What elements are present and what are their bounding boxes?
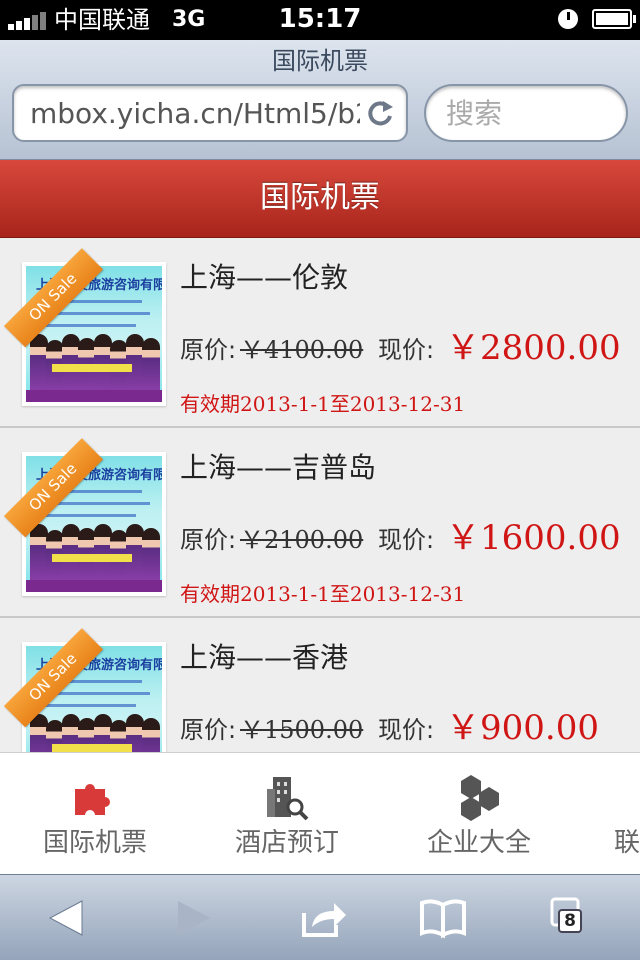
tab-label: 国际机票: [42, 828, 147, 858]
status-time: 15:17: [278, 4, 362, 34]
price-row: 原价: ￥2100.00 现价: ￥1600.00: [180, 512, 630, 558]
listing-thumbnail[interactable]: 上海知友旅游咨询有限公司: [22, 262, 166, 406]
original-price: ￥4100.00: [240, 336, 364, 364]
status-bar: 中国联通 3G 15:17: [0, 0, 640, 40]
search-input[interactable]: 搜索: [424, 84, 628, 142]
list-item[interactable]: 上海知友旅游咨询有限公司 ON Sale 上海——香港 原价: ￥1500.00…: [0, 618, 640, 752]
route-title[interactable]: 上海——吉普岛: [180, 450, 376, 486]
url-text[interactable]: mbox.yicha.cn/Html5/b2: [30, 96, 360, 132]
original-price-label: 原价:: [180, 336, 237, 364]
back-arrow-icon[interactable]: [42, 893, 92, 943]
current-price-label: 现价:: [378, 716, 435, 744]
tab-international-flights[interactable]: 国际机票: [0, 753, 190, 874]
search-placeholder: 搜索: [446, 97, 503, 130]
orientation-lock-icon: [558, 9, 578, 29]
list-item[interactable]: 上海知友旅游咨询有限公司 ON Sale 上海——伦敦 原价: ￥4100.00…: [0, 238, 640, 428]
bottom-tab-nav: 国际机票 酒店预订 企业大全 联: [0, 752, 640, 874]
original-price-label: 原价:: [180, 716, 237, 744]
current-price: ￥1600.00: [446, 518, 621, 558]
reload-icon[interactable]: [364, 98, 396, 130]
original-price-label: 原价:: [180, 526, 237, 554]
route-title[interactable]: 上海——伦敦: [180, 260, 348, 296]
puzzle-icon: [75, 784, 110, 815]
tab-count-badge: 8: [558, 909, 582, 933]
browser-toolbar: 8: [0, 874, 640, 960]
header-title: 国际机票: [260, 180, 380, 215]
current-price-label: 现价:: [378, 336, 435, 364]
list-item[interactable]: 上海知友旅游咨询有限公司 ON Sale 上海——吉普岛 原价: ￥2100.0…: [0, 428, 640, 618]
thumbnail-photo: [26, 522, 162, 582]
battery-icon: [592, 9, 636, 29]
listing-thumbnail[interactable]: 上海知友旅游咨询有限公司: [22, 452, 166, 596]
forward-arrow-icon[interactable]: [168, 893, 218, 943]
thumbnail-photo: [26, 332, 162, 392]
current-price: ￥2800.00: [446, 328, 621, 368]
bookmarks-icon[interactable]: [418, 893, 468, 943]
browser-address-bar: 国际机票 mbox.yicha.cn/Html5/b2 搜索: [0, 40, 640, 160]
price-row: 原价: ￥4100.00 现价: ￥2800.00: [180, 322, 630, 368]
ticket-list: 上海知友旅游咨询有限公司 ON Sale 上海——伦敦 原价: ￥4100.00…: [0, 238, 640, 752]
hexagons-icon: [461, 775, 499, 821]
site-header: 国际机票: [0, 160, 640, 238]
tab-partial-next[interactable]: 联: [576, 753, 640, 874]
tab-enterprise-directory[interactable]: 企业大全: [384, 753, 574, 874]
building-search-icon: [267, 777, 309, 821]
route-title[interactable]: 上海——香港: [180, 640, 348, 676]
url-field[interactable]: mbox.yicha.cn/Html5/b2: [12, 84, 408, 142]
validity-period: 有效期2013-1-1至2013-12-31: [180, 582, 466, 606]
tab-hotel-booking[interactable]: 酒店预订: [192, 753, 382, 874]
original-price: ￥1500.00: [240, 716, 364, 744]
validity-period: 有效期2013-1-1至2013-12-31: [180, 392, 466, 416]
share-icon[interactable]: [298, 893, 348, 943]
original-price: ￥2100.00: [240, 526, 364, 554]
current-price: ￥900.00: [446, 708, 599, 748]
tab-label: 企业大全: [426, 828, 531, 858]
page-title: 国际机票: [272, 47, 368, 75]
price-row: 原价: ￥1500.00 现价: ￥900.00: [180, 702, 630, 748]
tab-label: 酒店预订: [234, 828, 339, 858]
tabs-button[interactable]: 8: [546, 893, 596, 943]
current-price-label: 现价:: [378, 526, 435, 554]
tab-label: 联: [614, 828, 640, 858]
